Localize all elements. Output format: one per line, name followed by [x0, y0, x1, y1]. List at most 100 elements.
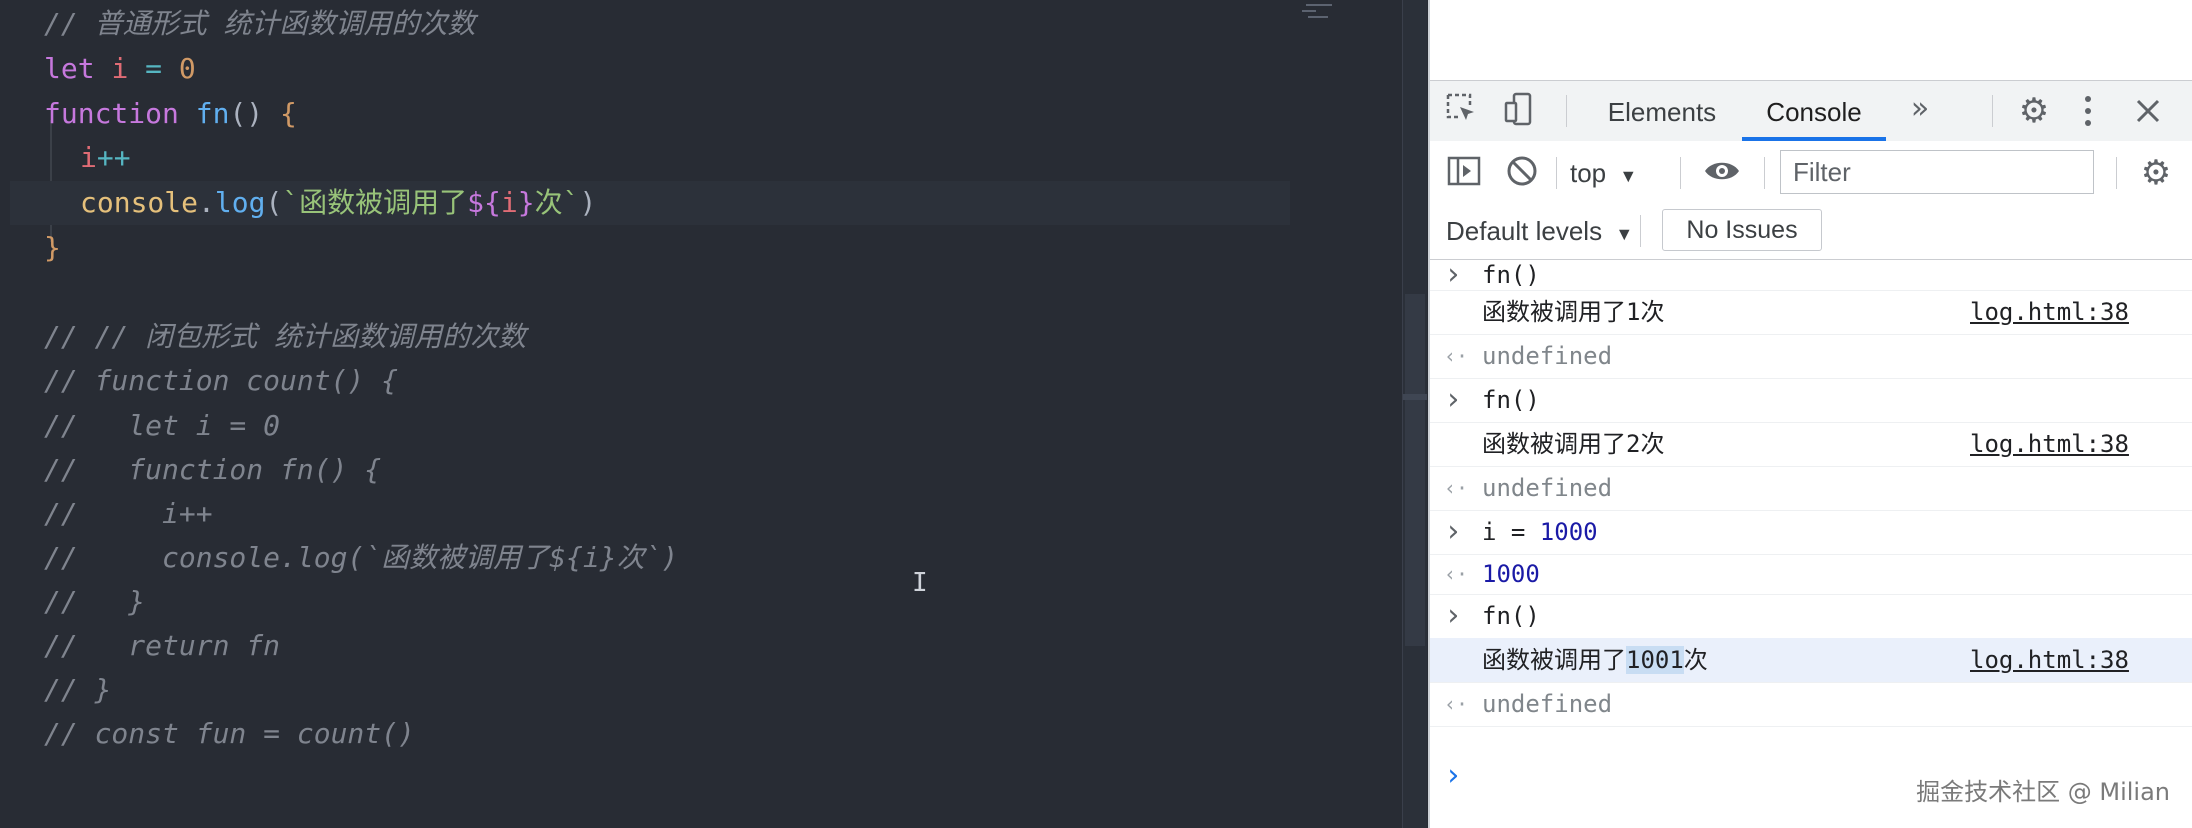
input-arrow-icon: ›	[1444, 257, 1463, 292]
console-output[interactable]: › fn() 函数被调用了1次 log.html:38 ‹· undefined › fn()…	[1430, 260, 2192, 828]
code-line[interactable]: }	[0, 226, 1408, 270]
code-token: // i++	[44, 497, 213, 530]
console-text: 函数被调用了	[1482, 646, 1626, 674]
code-line[interactable]: // let i = 0	[0, 404, 1408, 448]
console-prompt-icon[interactable]: ›	[1444, 758, 1462, 793]
code-line[interactable]	[0, 270, 1408, 314]
return-arrow-icon: ‹·	[1444, 692, 1469, 716]
sidebar-toggle-icon[interactable]	[1444, 153, 1484, 193]
code-token: 次`	[534, 186, 580, 219]
code-token: `函数被调用了	[282, 186, 468, 219]
console-message: fn()	[1482, 594, 1540, 638]
tabbar-separator-2	[1992, 95, 1993, 127]
code-token: // const fun = count()	[44, 717, 415, 750]
code-token: // // 闭包形式 统计函数调用的次数	[44, 320, 527, 353]
code-line[interactable]: let i = 0	[0, 47, 1408, 91]
issues-button[interactable]: No Issues	[1662, 209, 1822, 251]
console-message: undefined	[1482, 682, 1612, 726]
return-arrow-icon: ‹·	[1444, 344, 1469, 368]
inspect-element-icon[interactable]	[1442, 91, 1482, 131]
code-token: }	[517, 186, 535, 219]
code-line[interactable]: function fn() {	[0, 92, 1408, 136]
toolbar-separator	[1556, 157, 1557, 189]
code-line[interactable]: // function fn() {	[0, 448, 1408, 492]
console-text: undefined	[1482, 690, 1613, 718]
code-line-text: // // 闭包形式 统计函数调用的次数	[44, 315, 526, 359]
console-row[interactable]: › i = 1000	[1430, 510, 2192, 555]
code-line[interactable]: // return fn	[0, 624, 1408, 668]
code-line[interactable]: // }	[0, 668, 1408, 712]
console-toolbar: top ▼ ⚙	[1430, 141, 2192, 203]
context-selector[interactable]: top ▼	[1570, 155, 1650, 191]
text-cursor-icon: I	[912, 568, 928, 598]
code-token: }	[44, 231, 61, 264]
device-toggle-icon[interactable]	[1500, 91, 1540, 131]
code-line[interactable]: // i++	[0, 492, 1408, 536]
source-link[interactable]: log.html:38	[1970, 422, 2129, 466]
code-line-text: // 普通形式 统计函数调用的次数	[44, 2, 475, 46]
console-row[interactable]: › fn()	[1430, 260, 2192, 291]
console-row[interactable]: › fn()	[1430, 378, 2192, 423]
gear-icon[interactable]: ⚙	[2014, 91, 2054, 131]
return-arrow-icon: ‹·	[1444, 476, 1469, 500]
levels-label: Default levels	[1446, 216, 1603, 246]
console-settings-icon[interactable]: ⚙	[2134, 151, 2178, 195]
code-line[interactable]: console.log(`函数被调用了${i}次`)	[10, 181, 1290, 225]
source-link[interactable]: log.html:38	[1970, 638, 2129, 682]
code-line-text: // i++	[44, 492, 213, 536]
console-text: fn()	[1482, 602, 1540, 630]
code-token: i	[111, 52, 129, 85]
filter-field[interactable]	[1780, 150, 2094, 194]
toolbar-separator-4	[2116, 157, 2117, 189]
levels-dropdown[interactable]: Default levels ▼	[1446, 213, 1633, 249]
toolbar-separator-2	[1680, 157, 1681, 189]
console-row[interactable]: 函数被调用了2次 log.html:38	[1430, 422, 2192, 467]
code-token: // console.log(`函数被调用了${i}次`)	[44, 541, 679, 574]
code-token: // 普通形式 统计函数调用的次数	[44, 7, 476, 40]
editor-scrollbar[interactable]	[1402, 0, 1427, 828]
tab-elements[interactable]: Elements	[1592, 81, 1732, 141]
code-token: .	[198, 186, 215, 219]
code-token: // return fn	[44, 629, 281, 662]
tab-console[interactable]: Console	[1742, 81, 1886, 141]
source-link[interactable]: log.html:38	[1970, 290, 2129, 334]
toolbar-separator-5	[1640, 215, 1641, 247]
clear-console-icon[interactable]	[1502, 153, 1542, 193]
code-token: i	[80, 141, 97, 174]
code-line[interactable]: // }	[0, 580, 1408, 624]
code-line[interactable]: i++	[0, 136, 1408, 180]
close-icon[interactable]	[2128, 91, 2168, 131]
code-token: console	[80, 186, 199, 219]
console-row[interactable]: ‹· undefined	[1430, 334, 2192, 379]
scrollbar-thumb[interactable]	[1405, 294, 1425, 646]
watermark: 掘金技术社区 @ Milian	[1916, 778, 2170, 806]
code-token: function	[44, 97, 179, 130]
kebab-menu-icon[interactable]	[2070, 91, 2106, 131]
console-row[interactable]: ‹· undefined	[1430, 682, 2192, 727]
console-row[interactable]: › fn()	[1430, 594, 2192, 639]
code-line[interactable]: // function count() {	[0, 359, 1408, 403]
console-row[interactable]: ‹· undefined	[1430, 466, 2192, 511]
input-arrow-icon: ›	[1444, 514, 1463, 549]
code-line-text: function fn() {	[44, 92, 297, 136]
devtools-blank-area	[1430, 0, 2192, 80]
code-line-text: // }	[44, 580, 145, 624]
code-token: // let i = 0	[44, 409, 281, 442]
code-line[interactable]: // console.log(`函数被调用了${i}次`)	[0, 536, 1408, 580]
console-row[interactable]: ‹· 1000	[1430, 554, 2192, 595]
filter-input[interactable]	[1791, 151, 2085, 193]
code-line[interactable]: // 普通形式 统计函数调用的次数	[0, 2, 1408, 46]
code-token: ${	[467, 186, 501, 219]
console-row[interactable]: 函数被调用了1次 log.html:38	[1430, 290, 2192, 335]
code-editor[interactable]: // 普通形式 统计函数调用的次数 let i = 0 function fn() …	[0, 0, 1428, 828]
code-line[interactable]: // // 闭包形式 统计函数调用的次数	[0, 315, 1408, 359]
console-message: 函数被调用了2次	[1482, 422, 1664, 466]
more-tabs-icon[interactable]: »	[1900, 89, 1940, 129]
code-token: fn	[195, 97, 230, 130]
code-line[interactable]: // const fun = count()	[0, 712, 1408, 756]
code-token: log	[214, 186, 266, 219]
console-row[interactable]: 函数被调用了1001次 log.html:38	[1430, 638, 2192, 683]
code-token: // }	[44, 585, 146, 618]
code-line-text: // function fn() {	[44, 448, 381, 492]
eye-icon[interactable]	[1702, 153, 1742, 193]
